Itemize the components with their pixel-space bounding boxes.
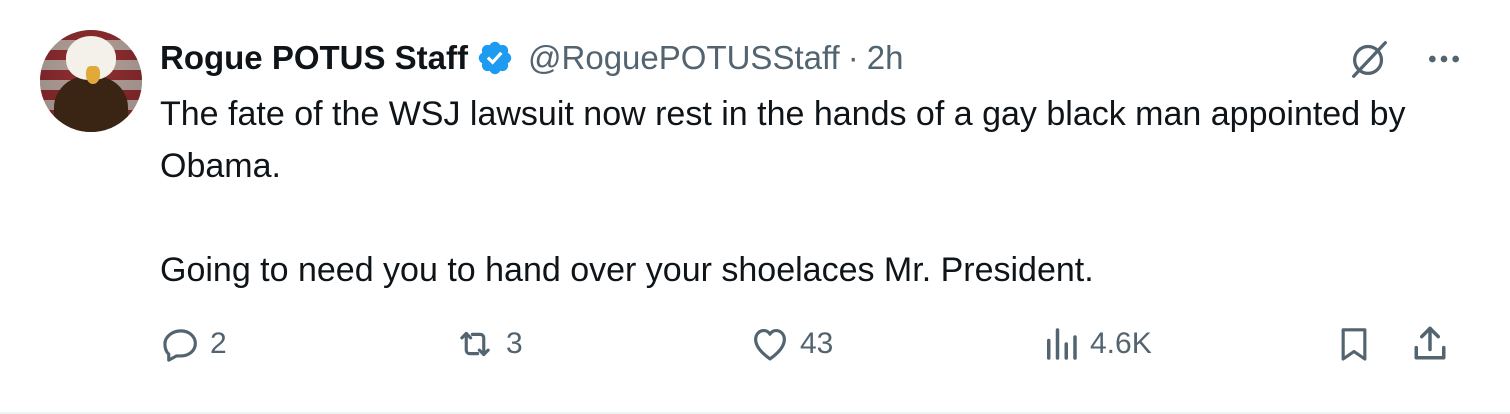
like-count: 43	[800, 327, 834, 360]
grok-icon[interactable]	[1346, 36, 1392, 82]
separator-dot: ·	[847, 39, 859, 76]
tweet-paragraph: Going to need you to hand over your shoe…	[160, 251, 1094, 289]
bookmark-button[interactable]	[1334, 318, 1374, 370]
views-button[interactable]: 4.6K	[1040, 318, 1152, 370]
bookmark-icon	[1334, 322, 1374, 366]
tweet-text: The fate of the WSJ lawsuit now rest in …	[160, 88, 1410, 296]
reply-icon	[160, 323, 202, 365]
eagle-beak	[86, 66, 100, 84]
tweet-paragraph: The fate of the WSJ lawsuit now rest in …	[160, 95, 1406, 185]
views-icon	[1040, 323, 1082, 365]
author-handle[interactable]: @RoguePOTUSStaff	[528, 39, 840, 77]
like-icon	[748, 323, 792, 365]
top-actions	[1346, 36, 1464, 82]
timestamp[interactable]: 2h	[867, 39, 904, 77]
views-count: 4.6K	[1090, 327, 1152, 360]
reply-button[interactable]: 2	[160, 318, 227, 370]
repost-button[interactable]: 3	[452, 318, 523, 370]
action-bar: 2 3 43 4.6K	[160, 318, 1460, 370]
eagle-body	[54, 76, 128, 132]
reply-count: 2	[210, 327, 227, 360]
verified-badge-icon[interactable]	[476, 39, 514, 77]
tweet-header: Rogue POTUS Staff @RoguePOTUSStaff · 2h	[160, 34, 903, 82]
repost-icon	[452, 323, 498, 365]
share-icon	[1408, 322, 1452, 366]
tweet[interactable]: Rogue POTUS Staff @RoguePOTUSStaff · 2h …	[0, 0, 1510, 414]
repost-count: 3	[506, 327, 523, 360]
like-button[interactable]: 43	[748, 318, 833, 370]
author-name[interactable]: Rogue POTUS Staff	[160, 39, 468, 77]
more-icon[interactable]	[1424, 39, 1464, 79]
share-button[interactable]	[1408, 318, 1452, 370]
avatar[interactable]	[40, 30, 142, 132]
